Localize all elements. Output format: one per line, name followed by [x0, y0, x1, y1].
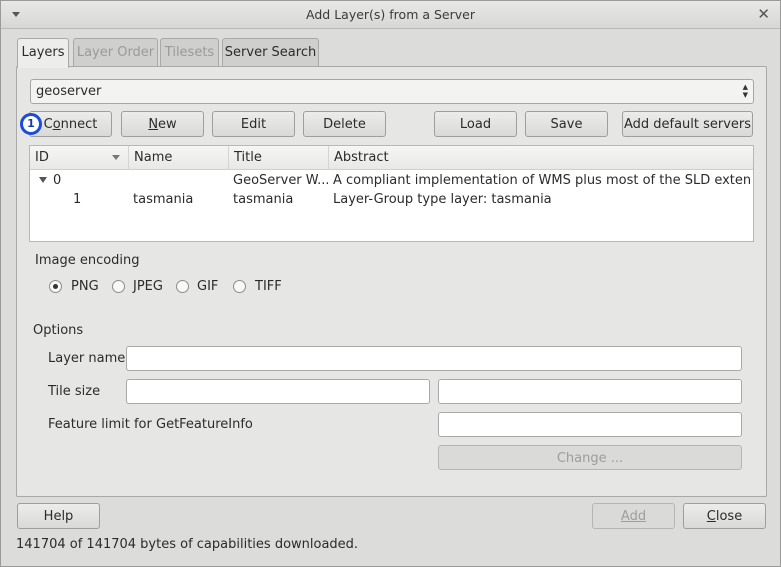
tile-size-label: Tile size [48, 384, 101, 399]
close-window-icon[interactable]: ✕ [757, 5, 770, 23]
column-header-name[interactable]: Name [129, 146, 229, 170]
column-header-id[interactable]: ID [30, 146, 129, 170]
server-connection-select[interactable]: geoserver ▲ ▼ [30, 79, 754, 104]
close-label-post: lose [715, 509, 743, 524]
add-button[interactable]: Add [592, 503, 675, 529]
tab-layer-order[interactable]: Layer Order [73, 38, 158, 66]
image-encoding-label: Image encoding [35, 253, 140, 268]
options-label: Options [33, 323, 84, 338]
column-header-title[interactable]: Title [229, 146, 329, 170]
radio-tiff-label[interactable]: TIFF [255, 279, 282, 294]
edit-button[interactable]: Edit [212, 111, 295, 137]
connect-label-mnemonic: o [52, 117, 61, 132]
connect-label-post: nnect [60, 117, 98, 132]
row-id: 0 [53, 173, 62, 188]
server-connection-value: geoserver [36, 84, 102, 99]
feature-limit-input[interactable] [438, 412, 742, 437]
tab-layers[interactable]: Layers [17, 38, 69, 68]
add-default-servers-button[interactable]: Add default servers [622, 111, 753, 137]
add-label: Add [620, 509, 647, 524]
tile-height-input[interactable] [438, 379, 742, 404]
radio-gif[interactable] [176, 280, 189, 293]
tab-server-search[interactable]: Server Search [222, 38, 319, 66]
tree-header: ID Name Title Abstract [30, 146, 753, 170]
status-text: 141704 of 141704 bytes of capabilities d… [16, 537, 359, 552]
new-label-mnemonic: N [148, 117, 159, 132]
radio-gif-label[interactable]: GIF [197, 279, 218, 294]
help-button[interactable]: Help [17, 503, 100, 529]
delete-button[interactable]: Delete [303, 111, 386, 137]
feature-limit-label: Feature limit for GetFeatureInfo [48, 417, 253, 432]
row-abstract: A compliant implementation of WMS plus m… [333, 173, 751, 188]
title-bar: Add Layer(s) from a Server ✕ [1, 1, 780, 29]
window-title: Add Layer(s) from a Server [306, 7, 475, 22]
row-name: tasmania [133, 192, 194, 207]
tab-tilesets[interactable]: Tilesets [160, 38, 219, 66]
step-badge: 1 [20, 113, 42, 135]
row-title: tasmania [233, 192, 294, 207]
save-button[interactable]: Save [525, 111, 608, 137]
layer-name-input[interactable] [126, 346, 742, 371]
radio-png-label[interactable]: PNG [71, 279, 99, 294]
change-crs-button[interactable]: Change ... [438, 445, 742, 470]
connect-label-pre: C [43, 117, 53, 132]
tile-width-input[interactable] [126, 379, 430, 404]
add-layers-dialog: Add Layer(s) from a Server ✕ Layers Laye… [0, 0, 781, 567]
row-abstract: Layer-Group type layer: tasmania [333, 192, 552, 207]
layer-name-label: Layer name [48, 351, 126, 366]
new-label-post: ew [158, 117, 177, 132]
radio-png[interactable] [49, 280, 62, 293]
radio-jpeg-label[interactable]: JPEG [133, 279, 163, 294]
column-header-abstract[interactable]: Abstract [329, 146, 753, 170]
close-label-mnemonic: C [706, 509, 716, 524]
spin-arrows-icon: ▲ ▼ [742, 83, 748, 99]
sort-descending-icon [112, 155, 120, 160]
close-button[interactable]: Close [683, 503, 766, 529]
layers-tree[interactable]: ID Name Title Abstract 0 GeoServer W... … [29, 145, 754, 242]
radio-tiff[interactable] [233, 280, 246, 293]
load-button[interactable]: Load [434, 111, 517, 137]
row-title: GeoServer W... [233, 173, 328, 188]
radio-jpeg[interactable] [112, 280, 125, 293]
column-label-id: ID [35, 150, 49, 165]
row-id: 1 [73, 192, 82, 207]
new-button[interactable]: New [121, 111, 204, 137]
expand-arrow-icon[interactable] [39, 177, 47, 183]
